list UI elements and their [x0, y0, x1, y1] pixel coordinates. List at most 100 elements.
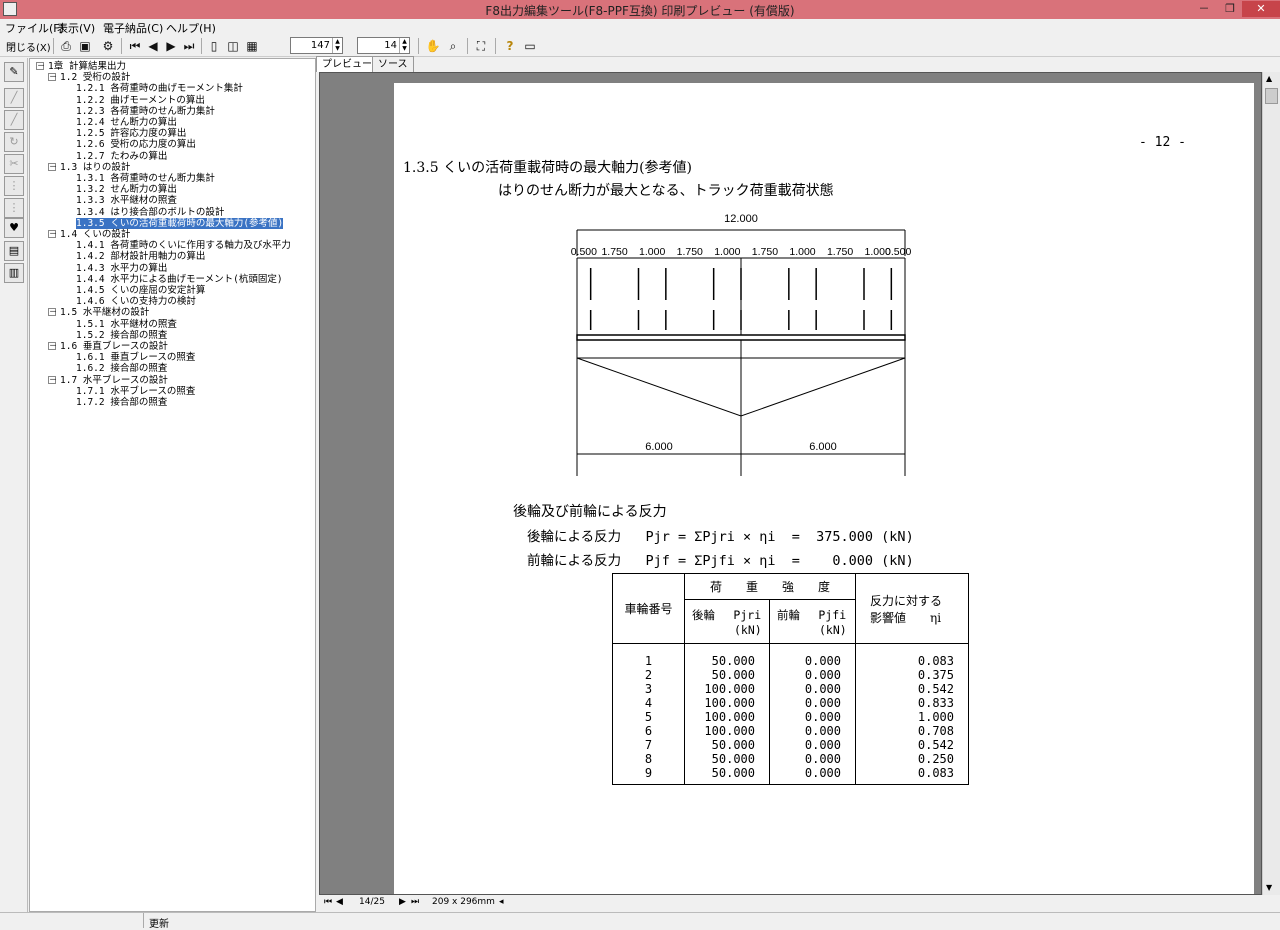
preview-viewport[interactable]: - 12 - 1.3.5 くいの活荷重載荷時の最大軸力(参考値) はりのせん断力…	[319, 72, 1262, 895]
nav-first-icon[interactable]: ⏮	[324, 897, 332, 907]
table-cell: 0.375	[917, 668, 954, 682]
node-tool-icon[interactable]: ⋮	[4, 176, 24, 196]
tree-item[interactable]: 1.5.1 水平継材の照査	[76, 319, 177, 330]
scroll-up-icon[interactable]: ▲	[1266, 74, 1272, 83]
tree-item[interactable]: 1.3.5 くいの活荷重載荷時の最大軸力(参考値)	[76, 217, 284, 229]
table-cell: 0.083	[917, 766, 954, 780]
spinner-arrows-icon[interactable]: ▲ ▼	[332, 38, 342, 53]
influence-column: 0.083 0.375 0.542 0.833 1.000 0.708 0.542 0.250…	[855, 643, 969, 785]
minimize-button[interactable]: －	[1192, 1, 1216, 17]
menu-electronic-delivery[interactable]: 電子納品(C)	[103, 20, 163, 36]
page-number: - 12 -	[1139, 135, 1186, 150]
spacing-label: 0.500	[885, 246, 911, 258]
tree-item[interactable]: 1.3.2 せん断力の算出	[76, 184, 177, 195]
two-page-icon[interactable]: ◫	[225, 38, 241, 54]
nav-prev-icon[interactable]: ◀	[336, 897, 343, 907]
bookmark-tool-icon[interactable]: ♥	[4, 218, 24, 238]
save-icon[interactable]: ▣	[77, 38, 93, 54]
tab-preview[interactable]: プレビュー	[316, 56, 378, 72]
tree-item[interactable]: 1.7.2 接合部の照査	[76, 397, 167, 408]
print-icon[interactable]: ⎙	[58, 38, 74, 54]
tree-item[interactable]: 1.2.5 許容応力度の算出	[76, 128, 186, 139]
vertical-scrollbar[interactable]: ▲ ▼	[1262, 72, 1280, 895]
single-page-icon[interactable]: ▯	[206, 38, 222, 54]
tree-item[interactable]: 1.7.1 水平ブレースの照査	[76, 386, 195, 397]
info-card-icon[interactable]: ▭	[522, 38, 538, 54]
menu-view[interactable]: 表示(V)	[57, 20, 95, 36]
tree-item[interactable]: 1.4.2 部材設計用軸力の算出	[76, 251, 205, 262]
fit-page-icon[interactable]: ⛶	[473, 38, 489, 54]
tree-item[interactable]: 1.2 受桁の設計	[60, 72, 130, 83]
scroll-down-icon[interactable]: ▼	[1266, 883, 1272, 892]
tree-item[interactable]: 1.5 水平継材の設計	[60, 307, 149, 318]
tree-item[interactable]: 1.6 垂直ブレースの設計	[60, 341, 168, 352]
tree-item[interactable]: 1.4.3 水平力の算出	[76, 263, 167, 274]
collapse-toggle-icon[interactable]: －	[36, 62, 45, 70]
tree-item[interactable]: 1.4.1 各荷重時のくいに作用する軸力及び水平力	[76, 240, 291, 251]
scroll-thumb[interactable]	[1265, 88, 1278, 104]
last-page-icon[interactable]: ⏭	[181, 38, 197, 54]
archive-tool-icon[interactable]: ▥	[4, 263, 24, 283]
next-page-icon[interactable]: ▶	[163, 38, 179, 54]
preview-page: - 12 - 1.3.5 くいの活荷重載荷時の最大軸力(参考値) はりのせん断力…	[394, 83, 1254, 894]
close-preview-button[interactable]: 閉じる(X)	[6, 39, 51, 54]
tree-item[interactable]: 1.5.2 接合部の照査	[76, 330, 167, 341]
table-cell: 50.000	[711, 738, 755, 752]
collapse-toggle-icon[interactable]: －	[48, 375, 57, 384]
line-tool-2-icon[interactable]: ╱	[4, 110, 24, 130]
tree-item[interactable]: 1.6.1 垂直ブレースの照査	[76, 352, 195, 363]
split-tool-icon[interactable]: ✂	[4, 154, 24, 174]
tree-item[interactable]: 1.4.4 水平力による曲げモーメント(杭頭固定)	[76, 274, 283, 285]
spinner-arrows-icon[interactable]: ▲ ▼	[399, 38, 409, 53]
tree-item[interactable]: 1.2.7 たわみの算出	[76, 151, 167, 162]
tree-item[interactable]: 1.4.6 くいの支持力の検討	[76, 296, 196, 307]
pen-edit-icon[interactable]: ✎	[4, 62, 24, 82]
line-tool-icon[interactable]: ╱	[4, 88, 24, 108]
tree-item[interactable]: 1.3 はりの設計	[60, 162, 130, 173]
menu-file[interactable]: ファイル(F)	[5, 20, 64, 36]
prev-page-icon[interactable]: ◀	[145, 38, 161, 54]
collapse-toggle-icon[interactable]: －	[48, 308, 57, 317]
tree-item[interactable]: 1.2.3 各荷重時のせん断力集計	[76, 106, 215, 117]
tab-source[interactable]: ソース	[372, 56, 414, 72]
zoom-spinner[interactable]: 14 ▲ ▼	[357, 37, 410, 54]
hscroll-left-icon[interactable]: ◂	[499, 897, 504, 907]
document-tool-icon[interactable]: ▤	[4, 241, 24, 261]
toolbar-separator	[121, 38, 122, 54]
multi-page-icon[interactable]: ▦	[244, 38, 260, 54]
table-cell: 0.083	[917, 654, 954, 668]
maximize-button[interactable]: ❐	[1218, 1, 1242, 17]
tree-item[interactable]: 1.2.2 曲げモーメントの算出	[76, 95, 205, 106]
collapse-toggle-icon[interactable]: －	[48, 73, 57, 82]
rotate-tool-icon[interactable]: ↻	[4, 132, 24, 152]
page-number-spinner[interactable]: 147 ▲ ▼	[290, 37, 343, 54]
tree-item[interactable]: 1.2.4 せん断力の算出	[76, 117, 177, 128]
tree-item[interactable]: 1.2.1 各荷重時の曲げモーメント集計	[76, 83, 243, 94]
collapse-toggle-icon[interactable]: －	[48, 230, 57, 238]
nav-last-icon[interactable]: ⏭	[411, 897, 419, 907]
node-tool-2-icon[interactable]: ⋮	[4, 198, 24, 218]
tree-item[interactable]: 1.4.5 くいの座屈の安定計算	[76, 285, 205, 296]
tree-item[interactable]: 1.7 水平ブレースの設計	[60, 375, 168, 386]
tree-item[interactable]: 1.3.1 各荷重時のせん断力集計	[76, 173, 215, 184]
tree-item[interactable]: 1章 計算結果出力	[48, 61, 126, 72]
hand-pan-icon[interactable]: ✋	[425, 38, 441, 54]
menu-help[interactable]: ヘルプ(H)	[166, 20, 216, 36]
settings-icon[interactable]: ⚙	[100, 38, 116, 54]
first-page-icon[interactable]: ⏮	[127, 38, 143, 54]
close-window-button[interactable]: ✕	[1242, 1, 1280, 17]
magnifier-icon[interactable]: ⌕	[445, 38, 461, 54]
tree-item[interactable]: 1.3.3 水平継材の照査	[76, 195, 177, 206]
tree-item[interactable]: 1.3.4 はり接合部のボルトの設計	[76, 207, 224, 218]
collapse-toggle-icon[interactable]: －	[48, 342, 57, 350]
collapse-toggle-icon[interactable]: －	[48, 162, 57, 171]
table-cell: 8	[644, 752, 653, 766]
influence-line-diagram: 12.000 0.500 1.750 1.000 1.750 1.000 1.750 1.00…	[571, 213, 911, 476]
tree-item[interactable]: 1.2.6 受桁の応力度の算出	[76, 139, 196, 150]
tree-item[interactable]: 1.6.2 接合部の照査	[76, 363, 167, 374]
tree-item[interactable]: 1.4 くいの設計	[60, 229, 130, 240]
table-cell: 1	[644, 654, 653, 668]
total-span-label: 12.000	[724, 213, 758, 225]
nav-next-icon[interactable]: ▶	[399, 897, 406, 907]
help-icon[interactable]: ?	[502, 38, 518, 54]
